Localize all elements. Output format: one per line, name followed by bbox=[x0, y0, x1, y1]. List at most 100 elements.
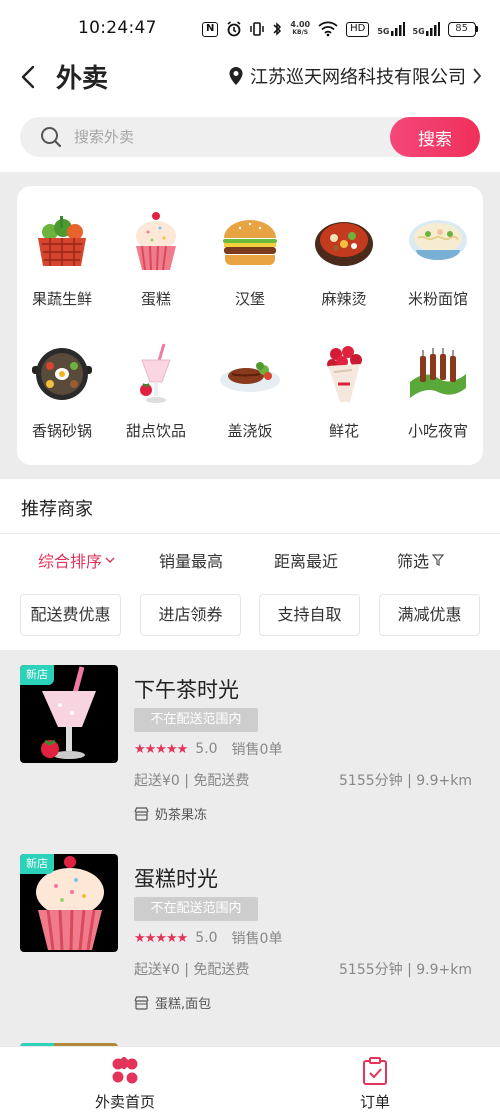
location-selector[interactable]: 江苏巡天网络科技有限公司 bbox=[228, 63, 482, 89]
sales-count: 销售0单 bbox=[231, 742, 283, 758]
home-grid-icon bbox=[112, 1057, 138, 1084]
sort-sales[interactable]: 销量最高 bbox=[159, 548, 223, 572]
star-rating: ★★★★★ bbox=[134, 741, 188, 757]
chevron-right-icon bbox=[473, 68, 482, 84]
bottom-nav: 外卖首页 订单 bbox=[0, 1046, 500, 1116]
category-flower[interactable]: 鲜花 bbox=[299, 342, 389, 441]
category-label: 蛋糕 bbox=[140, 290, 171, 308]
shop-name: 下午茶时光 bbox=[134, 678, 239, 702]
delivery-fee: 起送¥0 | 免配送费 bbox=[134, 962, 250, 978]
category-snack[interactable]: 小吃夜宵 bbox=[393, 342, 483, 441]
signal-icon bbox=[390, 22, 405, 36]
recommend-header: 推荐商家 bbox=[0, 479, 500, 534]
shop-category: 奶茶果冻 bbox=[134, 804, 207, 823]
category-grid: 果蔬生鲜 蛋糕 汉堡 麻辣烫 米粉面馆 香锅砂锅 甜点饮品 盖浇饭 鲜花 小吃夜… bbox=[17, 186, 483, 465]
category-malatang[interactable]: 麻辣烫 bbox=[299, 210, 389, 309]
nav-label: 外卖首页 bbox=[94, 1093, 155, 1111]
sort-filter[interactable]: 筛选 bbox=[397, 548, 445, 572]
location-pin-icon bbox=[229, 67, 243, 85]
category-label: 汉堡 bbox=[234, 290, 265, 308]
skewers-icon bbox=[410, 348, 466, 398]
sort-default[interactable]: 综合排序 bbox=[38, 548, 115, 572]
shop-card[interactable]: 新店 bbox=[0, 1028, 500, 1046]
clipboard-check-icon bbox=[363, 1057, 387, 1085]
delivery-distance: 5155分钟 | 9.9+km bbox=[339, 773, 472, 789]
delivery-distance: 5155分钟 | 9.9+km bbox=[339, 962, 472, 978]
nav-orders[interactable]: 订单 bbox=[315, 1057, 435, 1112]
sort-bar: 综合排序 销量最高 距离最近 筛选 bbox=[0, 534, 500, 582]
category-burger[interactable]: 汉堡 bbox=[205, 210, 295, 309]
filter-chips: 配送费优惠 进店领券 支持自取 满减优惠 bbox=[0, 582, 500, 650]
network-speed: 4.00 KB/S bbox=[290, 20, 311, 37]
category-label: 米粉面馆 bbox=[407, 290, 468, 308]
signal-5g-2: 5G bbox=[413, 22, 440, 36]
search-icon bbox=[41, 127, 62, 148]
location-text: 江苏巡天网络科技有限公司 bbox=[250, 67, 466, 88]
shop-thumbnail: 新店 bbox=[20, 665, 118, 763]
status-time: 10:24:47 bbox=[78, 18, 157, 38]
nav-home[interactable]: 外卖首页 bbox=[65, 1057, 185, 1112]
category-noodle[interactable]: 米粉面馆 bbox=[393, 210, 483, 309]
category-label: 果蔬生鲜 bbox=[31, 290, 92, 308]
category-dessert[interactable]: 甜点饮品 bbox=[111, 342, 201, 441]
new-shop-badge: 新店 bbox=[20, 854, 54, 874]
shop-card[interactable]: 新店 蛋糕时光 不在配送范围内 ★★★★★ 5.0 销售0单 起送¥0 | 免配… bbox=[0, 839, 500, 1019]
rating-score: 5.0 bbox=[195, 741, 218, 757]
vibrate-icon bbox=[250, 22, 265, 36]
chip-delivery-discount[interactable]: 配送费优惠 bbox=[20, 594, 121, 636]
filter-icon bbox=[432, 554, 445, 566]
chip-pickup[interactable]: 支持自取 bbox=[259, 594, 360, 636]
fruit-basket-icon bbox=[38, 216, 86, 266]
battery-icon: 85 bbox=[447, 21, 478, 37]
rating-score: 5.0 bbox=[195, 930, 218, 946]
chevron-down-icon bbox=[105, 557, 115, 563]
shop-name: 蛋糕时光 bbox=[134, 867, 218, 891]
status-icons: N 4.00 KB/S HD 5G 5G 85 bbox=[202, 18, 478, 40]
status-bar: 10:24:47 N 4.00 KB/S HD 5G 5G 85 bbox=[0, 0, 500, 54]
shop-thumbnail: 新店 bbox=[20, 854, 118, 952]
header: 外卖 江苏巡天网络科技有限公司 bbox=[0, 54, 500, 100]
hd-icon: HD bbox=[346, 21, 370, 37]
category-label: 香锅砂锅 bbox=[31, 422, 92, 440]
star-rating: ★★★★★ bbox=[134, 930, 188, 946]
category-fruit[interactable]: 果蔬生鲜 bbox=[17, 210, 107, 309]
claypot-icon bbox=[32, 348, 92, 400]
search-area: 搜索 bbox=[0, 100, 500, 172]
out-of-range-tag: 不在配送范围内 bbox=[134, 708, 258, 732]
search-box: 搜索 bbox=[20, 117, 480, 157]
chip-coupon[interactable]: 进店领券 bbox=[140, 594, 241, 636]
search-input[interactable] bbox=[74, 117, 374, 157]
sales-count: 销售0单 bbox=[231, 931, 283, 947]
sort-distance[interactable]: 距离最近 bbox=[274, 548, 338, 572]
category-label: 盖浇饭 bbox=[227, 422, 273, 440]
bluetooth-icon bbox=[273, 22, 282, 36]
category-rice[interactable]: 盖浇饭 bbox=[205, 342, 295, 441]
signal-icon bbox=[425, 22, 440, 36]
milkshake-icon bbox=[140, 343, 171, 403]
page-title: 外卖 bbox=[56, 64, 109, 94]
category-label: 甜点饮品 bbox=[125, 422, 186, 440]
shop-card[interactable]: 新店 下午茶时光 不在配送范围内 ★★★★★ 5.0 销售0单 起送¥0 | 免… bbox=[0, 650, 500, 830]
category-claypot[interactable]: 香锅砂锅 bbox=[17, 342, 107, 441]
category-label: 小吃夜宵 bbox=[407, 422, 468, 440]
rating-row: ★★★★★ 5.0 销售0单 bbox=[134, 928, 282, 948]
noodle-bowl-icon bbox=[409, 220, 467, 260]
signal-5g-1: 5G bbox=[377, 22, 405, 36]
category-label: 麻辣烫 bbox=[321, 290, 367, 308]
store-icon bbox=[134, 995, 149, 1010]
burger-icon bbox=[223, 220, 277, 265]
store-icon bbox=[134, 806, 149, 821]
search-button[interactable]: 搜索 bbox=[390, 117, 480, 157]
section-title: 推荐商家 bbox=[21, 499, 93, 520]
flower-bouquet-icon bbox=[327, 346, 362, 402]
category-cake[interactable]: 蛋糕 bbox=[111, 210, 201, 309]
alarm-icon bbox=[227, 21, 241, 37]
hotpot-bowl-icon bbox=[315, 222, 373, 266]
nfc-icon: N bbox=[202, 21, 219, 37]
back-arrow-icon[interactable] bbox=[14, 62, 44, 92]
shop-category: 蛋糕,面包 bbox=[134, 993, 211, 1012]
rating-row: ★★★★★ 5.0 销售0单 bbox=[134, 739, 282, 759]
new-shop-badge: 新店 bbox=[20, 665, 54, 685]
wifi-icon bbox=[318, 21, 338, 37]
chip-full-reduction[interactable]: 满减优惠 bbox=[379, 594, 480, 636]
